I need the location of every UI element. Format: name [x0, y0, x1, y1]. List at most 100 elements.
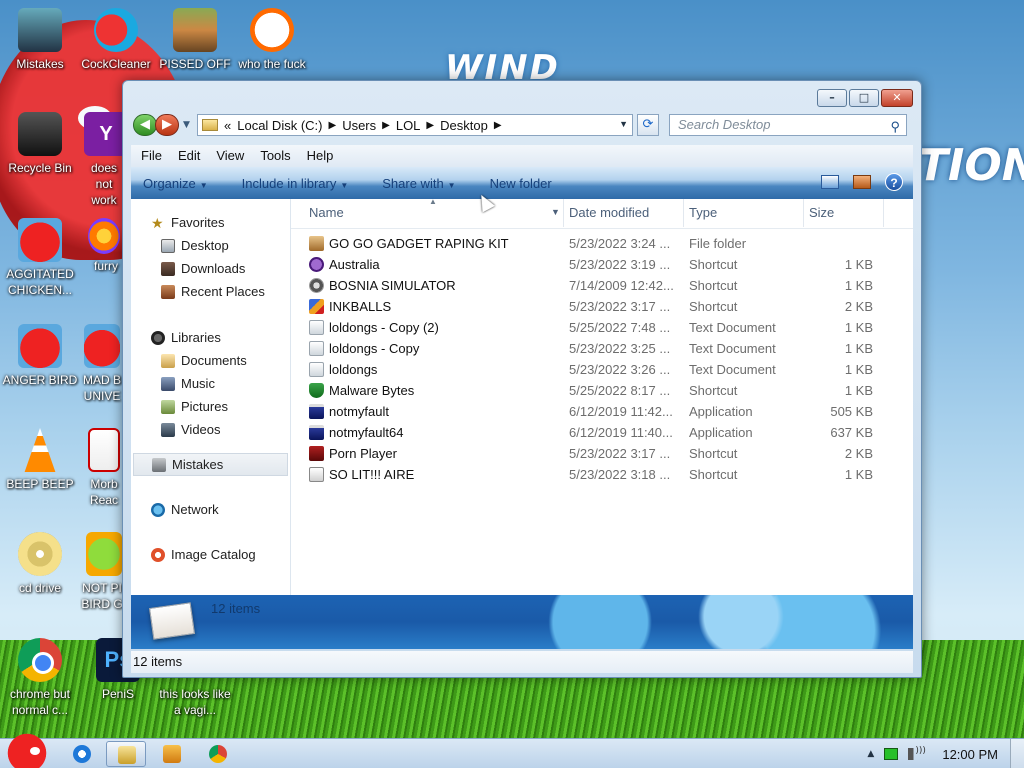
file-row[interactable]: loldongs 5/23/2022 3:26 ... Text Document 1… — [291, 359, 913, 380]
nav-recent-places[interactable]: Recent Places — [131, 280, 290, 303]
desktop-icon-aggitated-chicken[interactable]: AGGITATED CHICKEN... — [0, 218, 80, 298]
back-button[interactable]: ◀ — [133, 114, 157, 136]
search-icon[interactable]: ⚲ — [890, 117, 900, 137]
nav-pictures[interactable]: Pictures — [131, 395, 290, 418]
music-icon — [161, 376, 175, 391]
column-size[interactable]: Size — [809, 205, 834, 220]
breadcrumb-local-disk[interactable]: Local Disk (C:) — [237, 118, 322, 133]
maximize-button[interactable]: □ — [849, 89, 879, 107]
battery-icon[interactable] — [884, 748, 899, 760]
desktop-icon-who-the-fuck[interactable]: who the fuck — [232, 8, 312, 72]
nav-desktop[interactable]: Desktop — [131, 234, 290, 257]
file-size: 1 KB — [844, 467, 873, 482]
file-type: Shortcut — [689, 446, 738, 461]
desktop-icon-not-pi-bird[interactable]: NOT PI BIRD G — [80, 532, 124, 612]
refresh-button[interactable]: ⟳ — [637, 114, 659, 136]
nav-libraries[interactable]: Libraries — [131, 326, 290, 349]
file-row[interactable]: loldongs - Copy (2) 5/25/2022 7:48 ... Tex… — [291, 317, 913, 338]
taskbar-ie-button[interactable] — [62, 741, 102, 767]
title-bar[interactable]: – □ ✕ — [123, 81, 921, 111]
nav-mistakes[interactable]: Mistakes — [133, 453, 288, 476]
file-row[interactable]: notmyfault64 6/12/2019 11:40... Applicatio… — [291, 422, 913, 443]
application-icon — [309, 425, 324, 440]
breadcrumb-arrow-icon[interactable]: ▶ — [328, 120, 336, 131]
show-hidden-icons-icon[interactable]: ▲ — [867, 749, 874, 759]
minimize-icon: – — [829, 91, 835, 104]
desktop-icon-anger-bird[interactable]: ANGER BIRD — [0, 324, 80, 388]
share-with-button[interactable]: Share with ▼ — [382, 176, 455, 191]
desktop-icon-cockcleaner[interactable]: CockCleaner — [76, 8, 156, 72]
chevron-down-icon[interactable]: ▼ — [551, 207, 560, 217]
include-in-library-button[interactable]: Include in library ▼ — [242, 176, 349, 191]
desktop-icon-morb-reac[interactable]: Morb Reac — [84, 428, 124, 508]
desktop-icon-furry[interactable]: furry — [88, 218, 124, 274]
desktop-icon-recycle-bin[interactable]: Recycle Bin — [0, 112, 80, 176]
chrome-icon — [209, 745, 227, 763]
breadcrumb-arrow-icon[interactable]: ▶ — [426, 120, 434, 131]
breadcrumb-arrow-icon[interactable]: ▶ — [382, 120, 390, 131]
column-type[interactable]: Type — [689, 205, 717, 220]
nav-network[interactable]: Network — [131, 498, 290, 521]
address-dropdown-icon[interactable]: ▼ — [619, 119, 628, 129]
nav-music[interactable]: Music — [131, 372, 290, 395]
search-input[interactable]: Search Desktop ⚲ — [669, 114, 907, 136]
ccleaner-icon — [94, 8, 138, 52]
recent-pages-dropdown[interactable]: ▼ — [183, 120, 193, 130]
taskbar-explorer-button[interactable] — [106, 741, 146, 767]
breadcrumb-arrow-icon[interactable]: ▶ — [494, 120, 502, 131]
nav-image-catalog[interactable]: Image Catalog — [131, 543, 290, 566]
file-type: Shortcut — [689, 467, 738, 482]
menu-help[interactable]: Help — [299, 145, 342, 167]
file-row[interactable]: GO GO GADGET RAPING KIT 5/23/2022 3:24 ..… — [291, 233, 913, 254]
menu-tools[interactable]: Tools — [252, 145, 298, 167]
sort-ascending-icon: ▲ — [429, 197, 437, 206]
chevron-down-icon: ▼ — [447, 180, 456, 190]
preview-pane-icon[interactable] — [853, 175, 871, 189]
file-row[interactable]: Malware Bytes 5/25/2022 8:17 ... Shortcut 1… — [291, 380, 913, 401]
nav-downloads[interactable]: Downloads — [131, 257, 290, 280]
volume-icon[interactable] — [908, 746, 926, 760]
taskbar-chrome-button[interactable] — [198, 741, 238, 767]
file-row[interactable]: SO LIT!!! AIRE 5/23/2022 3:18 ... Shortcut… — [291, 464, 913, 485]
desktop-icon-cd-drive[interactable]: cd drive — [0, 532, 80, 596]
menu-file[interactable]: File — [133, 145, 170, 167]
breadcrumb-desktop[interactable]: Desktop — [440, 118, 488, 133]
menu-edit[interactable]: Edit — [170, 145, 208, 167]
nav-favorites[interactable]: ★ Favorites — [131, 211, 290, 234]
nav-label: Favorites — [171, 215, 225, 230]
file-row[interactable]: loldongs - Copy 5/23/2022 3:25 ... Text Do… — [291, 338, 913, 359]
breadcrumb-lol[interactable]: LOL — [396, 118, 421, 133]
nav-documents[interactable]: Documents — [131, 349, 290, 372]
column-date-modified[interactable]: Date modified — [569, 205, 649, 220]
menu-view[interactable]: View — [208, 145, 252, 167]
forward-button[interactable]: ▶ — [155, 114, 179, 136]
new-folder-button[interactable]: New folder — [490, 176, 552, 191]
desktop-icon-pissed-off[interactable]: PISSED OFF — [155, 8, 235, 72]
change-view-icon[interactable] — [821, 175, 839, 189]
desktop-icon-mistakes[interactable]: Mistakes — [0, 8, 80, 72]
column-name[interactable]: Name — [309, 205, 344, 220]
help-icon[interactable]: ? — [885, 173, 903, 191]
breadcrumb-users[interactable]: Users — [342, 118, 376, 133]
file-row[interactable]: BOSNIA SIMULATOR 7/14/2009 12:42... Shortc… — [291, 275, 913, 296]
file-row[interactable]: INKBALLS 5/23/2022 3:17 ... Shortcut 2 KB — [291, 296, 913, 317]
show-desktop-button[interactable] — [1010, 739, 1024, 768]
clock[interactable]: 12:00 PM — [942, 747, 998, 762]
address-bar[interactable]: « Local Disk (C:) ▶ Users ▶ LOL ▶ Deskto… — [197, 114, 633, 136]
explorer-content: ★ Favorites Desktop Downloads Recent Plac… — [131, 197, 913, 595]
taskbar-media-player-button[interactable] — [152, 741, 192, 767]
close-button[interactable]: ✕ — [881, 89, 913, 107]
minimize-button[interactable]: – — [817, 89, 847, 107]
file-row[interactable]: Australia 5/23/2022 3:19 ... Shortcut 1 KB — [291, 254, 913, 275]
desktop-icon-beep-beep[interactable]: BEEP BEEP — [0, 428, 80, 492]
file-row[interactable]: Porn Player 5/23/2022 3:17 ... Shortcut 2 K… — [291, 443, 913, 464]
organize-button[interactable]: Organize ▼ — [143, 176, 208, 191]
nav-videos[interactable]: Videos — [131, 418, 290, 441]
start-button[interactable] — [2, 729, 52, 768]
desktop-icon-mad-b-unive[interactable]: MAD B UNIVE — [80, 324, 124, 404]
explorer-window[interactable]: – □ ✕ ◀ ▶ ▼ « Local Disk (C:) ▶ Users ▶ … — [122, 80, 922, 678]
file-row[interactable]: notmyfault 6/12/2019 11:42... Application 5… — [291, 401, 913, 422]
desktop-icon-chrome[interactable]: chrome but normal c... — [0, 638, 80, 718]
desktop-icon-does-not-work[interactable]: Y does not work — [84, 112, 124, 208]
file-type: Shortcut — [689, 299, 738, 314]
